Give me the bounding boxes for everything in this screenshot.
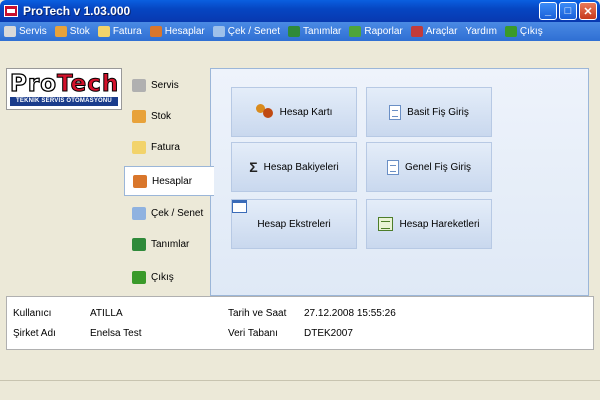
company-value: Enelsa Test (90, 328, 142, 339)
minimize-button[interactable]: _ (539, 2, 557, 20)
invoice-icon (132, 140, 146, 154)
database-value: DTEK2007 (304, 328, 353, 339)
nav-item-hesaplar[interactable]: Hesaplar (124, 166, 214, 196)
people-icon (255, 104, 274, 120)
chart-icon (349, 26, 362, 37)
menu-cikis[interactable]: Çıkış (504, 26, 543, 37)
user-label: Kullanıcı (13, 308, 52, 319)
hesap-hareketleri-button[interactable]: Hesap Hareketleri (366, 199, 492, 249)
logo-tagline: TEKNİK SERVİS OTOMASYONU (10, 97, 118, 106)
app-window: ProTech v 1.03.000 _ □ ✕ Servis Stok Fat… (0, 0, 600, 400)
window-icon (232, 200, 247, 213)
boxes-icon (132, 109, 146, 123)
action-panel: Hesap Kartı Basit Fiş Giriş Σ Hesap Bakiy… (210, 68, 589, 296)
nav-item-servis[interactable]: Servis (124, 70, 211, 100)
spreadsheet-icon (378, 217, 394, 231)
menu-araclar[interactable]: Araçlar (410, 26, 457, 37)
menu-bar: Servis Stok Fatura Hesaplar Çek / Senet … (0, 22, 600, 41)
database-label: Veri Tabanı (228, 328, 278, 339)
menu-tanimlar[interactable]: Tanımlar (288, 26, 341, 37)
nav-item-cek-senet[interactable]: Çek / Senet (124, 198, 211, 228)
menu-yardim[interactable]: Yardım (465, 26, 497, 37)
sigma-icon: Σ (249, 159, 258, 175)
document-icon (386, 159, 399, 175)
datetime-label: Tarih ve Saat (228, 308, 287, 319)
logo-text-tech: Tech (57, 71, 120, 97)
tools-icon (4, 26, 16, 37)
invoice-icon (97, 26, 110, 37)
title-bar[interactable]: ProTech v 1.03.000 _ □ ✕ (0, 0, 600, 22)
exit-arrow-icon (504, 26, 517, 37)
menu-servis[interactable]: Servis (4, 26, 47, 37)
gear-diamond-icon (288, 26, 301, 37)
hesap-karti-button[interactable]: Hesap Kartı (231, 87, 357, 137)
menu-fatura[interactable]: Fatura (97, 26, 142, 37)
session-info: Kullanıcı ATILLA Şirket Adı Enelsa Test … (6, 296, 594, 350)
people-icon (149, 26, 162, 37)
hesap-ekstreleri-button[interactable]: Hesap Ekstreleri (231, 199, 357, 249)
nav-item-fatura[interactable]: Fatura (124, 132, 211, 162)
module-nav: Servis Stok Fatura Hesaplar Çek / Senet … (124, 68, 214, 296)
gear-diamond-icon (132, 237, 146, 251)
basit-fis-giris-button[interactable]: Basit Fiş Giriş (366, 87, 492, 137)
wrench-icon (410, 26, 423, 37)
datetime-value: 27.12.2008 15:55:26 (304, 308, 396, 319)
menu-raporlar[interactable]: Raporlar (349, 26, 403, 37)
menu-hesaplar[interactable]: Hesaplar (149, 26, 205, 37)
status-bar (0, 380, 600, 400)
nav-item-stok[interactable]: Stok (124, 101, 211, 131)
close-button[interactable]: ✕ (579, 2, 597, 20)
document-icon (389, 104, 402, 120)
app-icon[interactable] (4, 5, 18, 17)
pen-doc-icon (132, 206, 146, 220)
protech-logo: ProTech TEKNİK SERVİS OTOMASYONU (6, 68, 122, 110)
exit-arrow-icon (132, 270, 146, 284)
window-title: ProTech v 1.03.000 (23, 4, 131, 18)
hesap-bakiyeleri-button[interactable]: Σ Hesap Bakiyeleri (231, 142, 357, 192)
maximize-button[interactable]: □ (559, 2, 577, 20)
menu-stok[interactable]: Stok (54, 26, 90, 37)
genel-fis-giris-button[interactable]: Genel Fiş Giriş (366, 142, 492, 192)
people-icon (133, 174, 147, 188)
window-controls: _ □ ✕ (539, 2, 597, 20)
user-value: ATILLA (90, 308, 123, 319)
nav-item-tanimlar[interactable]: Tanımlar (124, 229, 211, 259)
menu-cek-senet[interactable]: Çek / Senet (212, 26, 280, 37)
boxes-icon (54, 26, 67, 37)
company-label: Şirket Adı (13, 328, 56, 339)
logo-text-pro: Pro (9, 71, 58, 97)
nav-item-cikis[interactable]: Çıkış (124, 262, 211, 292)
tools-icon (132, 78, 146, 92)
pen-doc-icon (212, 26, 225, 37)
